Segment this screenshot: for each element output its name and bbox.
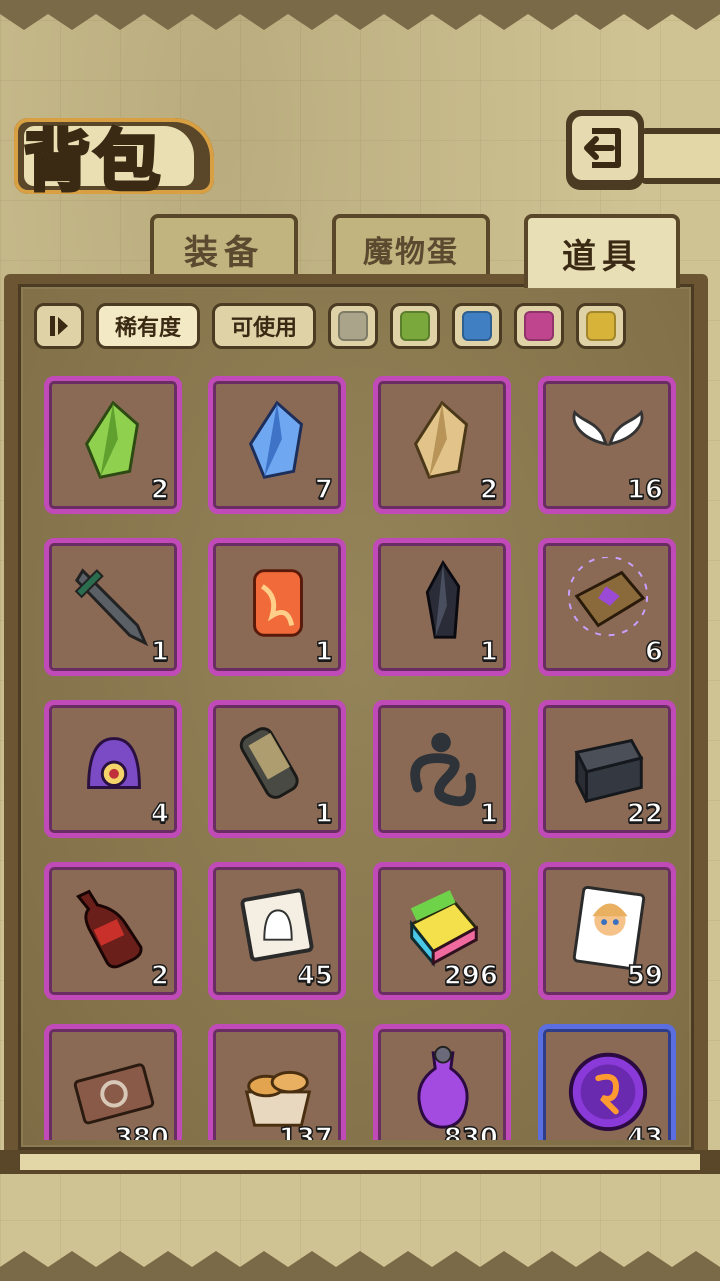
metal-box-icon <box>563 719 653 809</box>
inventory-slot[interactable]: 4 <box>44 700 182 838</box>
inventory-slot[interactable]: 1 <box>373 538 511 676</box>
blue-swatch <box>462 311 492 341</box>
dark-dragon-icon <box>398 719 488 809</box>
back-button[interactable] <box>566 110 644 190</box>
inventory-slot[interactable]: 380 <box>44 1024 182 1140</box>
gold-swatch <box>586 311 616 341</box>
inventory-slot[interactable]: 137 <box>208 1024 346 1140</box>
inventory-slot[interactable]: 7 <box>208 376 346 514</box>
eraser-icon <box>398 881 488 971</box>
inventory-slot[interactable]: 59 <box>538 862 676 1000</box>
item-quantity: 1 <box>314 798 334 830</box>
color-filter-green[interactable] <box>390 303 440 349</box>
panel-bottom-edge <box>0 1150 720 1174</box>
ghost-card-icon <box>233 881 323 971</box>
item-quantity: 6 <box>644 636 664 668</box>
green-swatch <box>400 311 430 341</box>
inventory-slot[interactable]: 1 <box>208 538 346 676</box>
inventory-slot[interactable]: 6 <box>538 538 676 676</box>
inventory-slot[interactable]: 830 <box>373 1024 511 1140</box>
item-quantity: 2 <box>479 474 499 506</box>
tab-monster-eggs[interactable]: 魔物蛋 <box>332 214 490 280</box>
sort-rarity-button[interactable]: 稀有度 <box>96 303 200 349</box>
inventory-slot[interactable]: 1 <box>44 538 182 676</box>
fire-stone-icon <box>233 557 323 647</box>
inventory-slot[interactable]: 45 <box>208 862 346 1000</box>
ticket-icon <box>69 1043 159 1133</box>
black-crystal-icon <box>398 557 488 647</box>
item-quantity: 43 <box>626 1122 664 1140</box>
color-filter-gray[interactable] <box>328 303 378 349</box>
item-quantity: 296 <box>443 960 499 992</box>
top-zigzag-border <box>0 0 720 30</box>
item-quantity: 380 <box>114 1122 170 1140</box>
inventory-slot[interactable]: 43 <box>538 1024 676 1140</box>
color-filter-pink[interactable] <box>514 303 564 349</box>
item-quantity: 2 <box>150 474 170 506</box>
item-grid: 2 7 2 16 1 1 1 6 4 1 1 22 2 45 296 59 380 137 830 43 <box>44 376 676 1140</box>
purple-coin-icon <box>563 1043 653 1133</box>
filter-bar: 稀有度 可使用 <box>34 300 626 352</box>
magic-book-icon <box>563 556 653 647</box>
gray-swatch <box>338 311 368 341</box>
item-quantity: 2 <box>150 960 170 992</box>
tab-items[interactable]: 道具 <box>524 214 680 288</box>
usable-filter-button[interactable]: 可使用 <box>212 303 316 349</box>
back-bar <box>640 128 720 184</box>
wings-icon <box>563 395 653 485</box>
inventory-slot[interactable]: 1 <box>373 700 511 838</box>
item-quantity: 16 <box>626 474 664 506</box>
inventory-slot[interactable]: 2 <box>44 376 182 514</box>
back-arrow-icon <box>584 128 621 168</box>
item-quantity: 137 <box>278 1122 334 1140</box>
tentacle-eye-icon <box>69 719 159 809</box>
item-quantity: 59 <box>626 960 664 992</box>
item-quantity: 45 <box>296 960 334 992</box>
tab-equipment[interactable]: 装备 <box>150 214 298 280</box>
blue-crystal-icon <box>233 395 323 485</box>
inventory-slot[interactable]: 2 <box>44 862 182 1000</box>
pink-swatch <box>524 311 554 341</box>
item-quantity: 22 <box>626 798 664 830</box>
item-quantity: 4 <box>150 798 170 830</box>
potion-vase-icon <box>398 1043 488 1133</box>
page-title: 背包 <box>22 121 164 202</box>
bread-basket-icon <box>233 1043 323 1133</box>
item-quantity: 1 <box>479 798 499 830</box>
broken-sword-icon <box>69 557 159 647</box>
item-quantity: 1 <box>479 636 499 668</box>
inventory-slot[interactable]: 2 <box>373 376 511 514</box>
collapse-filter-button[interactable] <box>34 303 84 349</box>
color-filter-gold[interactable] <box>576 303 626 349</box>
item-quantity: 1 <box>150 636 170 668</box>
green-crystal-icon <box>69 395 159 485</box>
inventory-slot[interactable]: 296 <box>373 862 511 1000</box>
item-quantity: 7 <box>314 474 334 506</box>
inventory-slot[interactable]: 1 <box>208 700 346 838</box>
gold-crystal-icon <box>398 395 488 485</box>
collapse-icon <box>50 316 68 336</box>
item-quantity: 1 <box>314 636 334 668</box>
color-filter-blue[interactable] <box>452 303 502 349</box>
inventory-slot[interactable]: 22 <box>538 700 676 838</box>
inventory-slot[interactable]: 16 <box>538 376 676 514</box>
cola-bottle-icon <box>69 881 159 971</box>
item-quantity: 830 <box>443 1122 499 1140</box>
bottom-zigzag-border <box>0 1251 720 1281</box>
cylinder-device-icon <box>233 719 323 809</box>
character-card-icon <box>563 881 653 971</box>
